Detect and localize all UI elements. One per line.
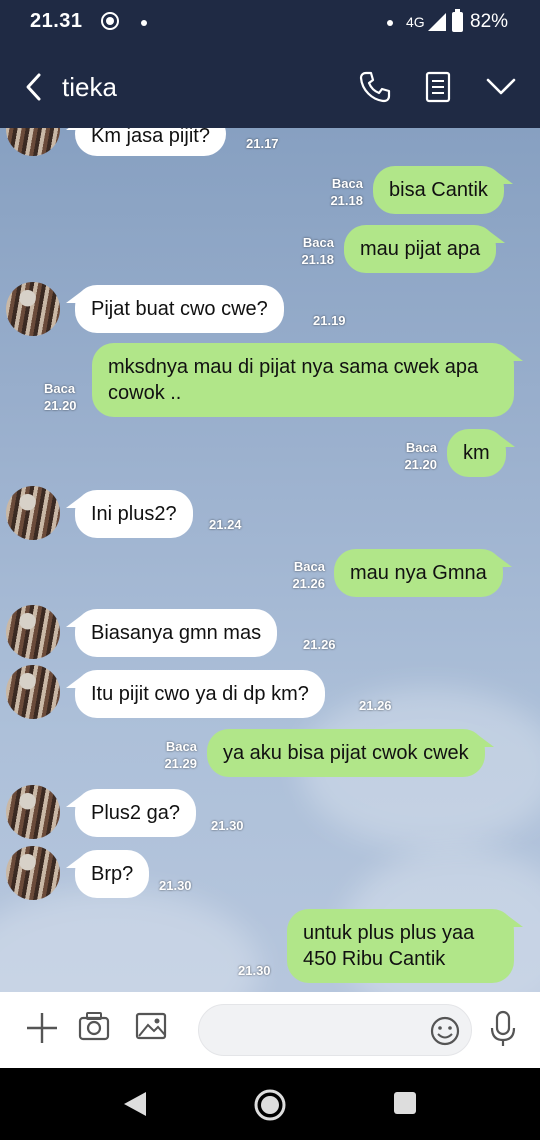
read-receipt: Baca xyxy=(293,559,325,574)
message-incoming[interactable]: Brp? xyxy=(65,850,150,898)
notification-dot-icon xyxy=(387,20,393,26)
chat-header: tieka xyxy=(0,46,540,128)
avatar[interactable] xyxy=(6,486,60,540)
read-receipt: Baca xyxy=(44,381,76,396)
message-incoming[interactable]: Plus2 ga? xyxy=(66,789,196,837)
message-incoming[interactable]: Pijat buat cwo cwe? xyxy=(66,285,284,333)
avatar[interactable] xyxy=(6,128,60,156)
message-outgoing[interactable]: mau pijat apa xyxy=(344,225,506,273)
signal-icon xyxy=(428,13,446,31)
message-time: 21.30 xyxy=(238,963,271,978)
message-time: 21.29 xyxy=(164,756,197,771)
avatar[interactable] xyxy=(6,665,60,719)
contact-name[interactable]: tieka xyxy=(62,72,117,103)
message-time: 21.26 xyxy=(303,637,336,652)
network-type: 4G xyxy=(406,14,425,30)
emoji-icon[interactable] xyxy=(429,1015,461,1047)
avatar[interactable] xyxy=(6,846,60,900)
message-time: 21.20 xyxy=(44,398,77,413)
camera-icon[interactable] xyxy=(78,1010,110,1042)
nav-recents-icon[interactable] xyxy=(394,1092,416,1114)
message-incoming[interactable]: Biasanya gmn mas xyxy=(65,609,278,657)
status-bar: 21.31 4G 82% xyxy=(0,0,540,46)
message-time: 21.30 xyxy=(211,818,244,833)
message-time: 21.18 xyxy=(330,193,363,208)
message-outgoing[interactable]: mau nya Gmna xyxy=(334,549,512,597)
nav-back-icon[interactable] xyxy=(122,1090,148,1118)
message-input-bar xyxy=(0,992,540,1068)
status-time: 21.31 xyxy=(30,10,83,32)
avatar[interactable] xyxy=(6,605,60,659)
message-outgoing[interactable]: bisa Cantik xyxy=(373,166,513,214)
message-time: 21.30 xyxy=(159,878,192,893)
avatar[interactable] xyxy=(6,785,60,839)
read-receipt: Baca xyxy=(302,235,334,250)
read-receipt: Baca xyxy=(165,739,197,754)
plus-icon[interactable] xyxy=(24,1010,60,1046)
avatar[interactable] xyxy=(6,282,60,336)
read-receipt: Baca xyxy=(405,440,437,455)
battery-icon xyxy=(452,9,463,32)
chat-area[interactable]: Km jasa pijit? 21.17 Baca 21.18 bisa Can… xyxy=(0,128,540,992)
message-time: 21.26 xyxy=(292,576,325,591)
message-time: 21.17 xyxy=(246,136,279,151)
message-outgoing[interactable]: km xyxy=(447,429,515,477)
back-arrow-icon[interactable] xyxy=(20,72,50,102)
message-incoming[interactable]: Km jasa pijit? xyxy=(66,128,226,156)
system-navigation-bar xyxy=(0,1068,540,1140)
nav-home-icon[interactable] xyxy=(253,1088,287,1122)
microphone-icon[interactable] xyxy=(489,1010,517,1048)
chevron-down-icon[interactable] xyxy=(485,74,517,98)
message-incoming[interactable]: Itu pijit cwo ya di dp km? xyxy=(66,670,325,718)
message-time: 21.19 xyxy=(313,313,346,328)
phone-icon[interactable] xyxy=(358,70,392,104)
message-outgoing[interactable]: untuk plus plus yaa 450 Ribu Cantik xyxy=(287,909,523,983)
message-time: 21.26 xyxy=(359,698,392,713)
message-time: 21.20 xyxy=(404,457,437,472)
notification-dot-icon xyxy=(141,20,147,26)
message-outgoing[interactable]: mksdnya mau di pijat nya sama cwek apa c… xyxy=(92,343,523,417)
battery-percent: 82% xyxy=(470,11,509,32)
message-incoming[interactable]: Ini plus2? xyxy=(66,490,193,538)
notes-icon[interactable] xyxy=(424,70,452,104)
cast-icon xyxy=(101,12,119,30)
image-icon[interactable] xyxy=(135,1010,167,1042)
message-time: 21.24 xyxy=(209,517,242,532)
message-outgoing[interactable]: ya aku bisa pijat cwok cwek xyxy=(207,729,494,777)
read-receipt: Baca xyxy=(331,176,363,191)
message-time: 21.18 xyxy=(301,252,334,267)
